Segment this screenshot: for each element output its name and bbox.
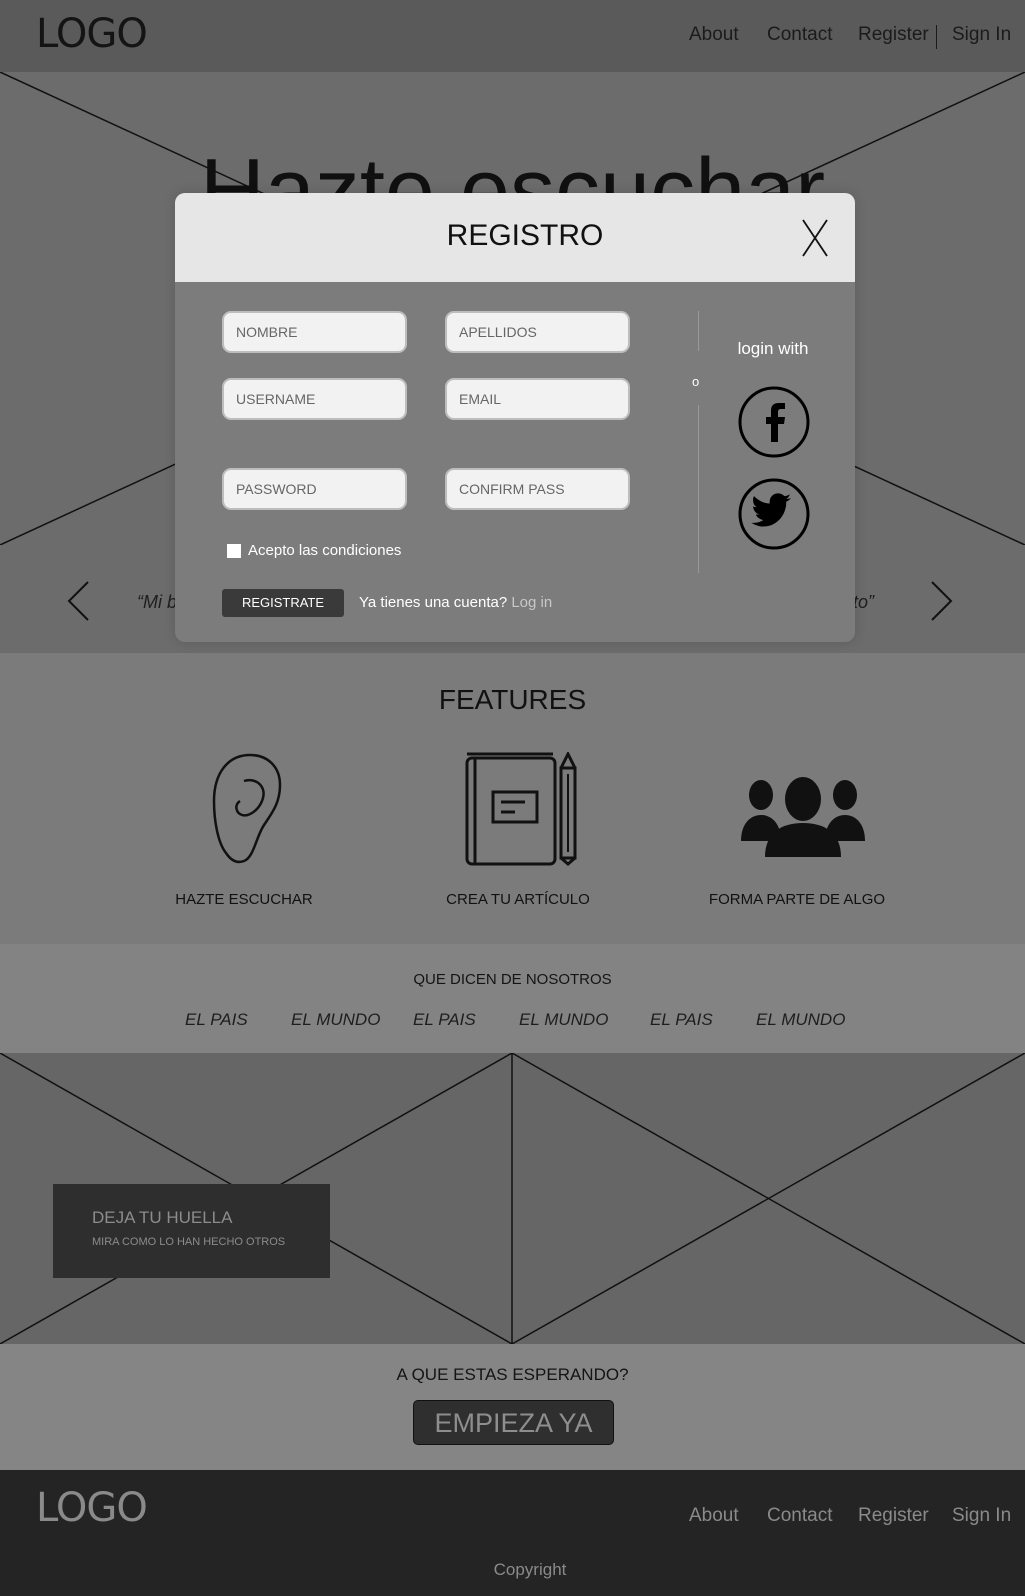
nombre-field[interactable] bbox=[222, 311, 407, 353]
promo-subtitle: MIRA COMO LO HAN HECHO OTROS bbox=[92, 1236, 286, 1248]
footer-nav-register[interactable]: Register bbox=[858, 1505, 929, 1527]
close-icon[interactable] bbox=[800, 218, 830, 258]
cta-section: A QUE ESTAS ESPERANDO? EMPIEZA YA bbox=[0, 1344, 1025, 1470]
apellidos-field[interactable] bbox=[445, 311, 630, 353]
quote-text-left: “Mi b bbox=[137, 592, 177, 612]
account-text: Ya tienes una cuenta? bbox=[359, 594, 508, 611]
account-prompt: Ya tienes una cuenta? Log in bbox=[359, 594, 552, 611]
start-now-button[interactable]: EMPIEZA YA bbox=[413, 1400, 614, 1445]
promo-title: DEJA TU HUELLA bbox=[92, 1208, 233, 1227]
cta-title: A QUE ESTAS ESPERANDO? bbox=[396, 1365, 629, 1384]
facebook-icon[interactable] bbox=[738, 386, 810, 458]
terms-checkbox[interactable] bbox=[227, 544, 241, 558]
notebook-pencil-icon bbox=[465, 752, 581, 866]
ear-icon bbox=[212, 751, 284, 865]
vertical-divider bbox=[698, 311, 699, 351]
feature-label: HAZTE ESCUCHAR bbox=[175, 891, 313, 908]
modal-title: REGISTRO bbox=[446, 219, 604, 252]
press-logo: EL MUNDO bbox=[756, 1010, 846, 1029]
carousel-next-icon[interactable] bbox=[928, 580, 954, 622]
vertical-divider bbox=[698, 405, 699, 573]
group-icon bbox=[741, 777, 865, 857]
features-section: FEATURES HAZTE ESCUCHAR CREA TU ARTÍCULO bbox=[0, 653, 1025, 944]
copyright-text: Copyright bbox=[493, 1560, 567, 1579]
register-button[interactable]: REGISTRATE bbox=[222, 589, 344, 617]
footer-nav-sign-in[interactable]: Sign In bbox=[952, 1505, 1011, 1527]
carousel-prev-icon[interactable] bbox=[66, 580, 92, 622]
press-section: QUE DICEN DE NOSOTROS EL PAIS EL MUNDO E… bbox=[0, 944, 1025, 1053]
username-field[interactable] bbox=[222, 378, 407, 420]
press-logo: EL MUNDO bbox=[519, 1010, 609, 1029]
nav-contact[interactable]: Contact bbox=[767, 24, 832, 46]
press-title: QUE DICEN DE NOSOTROS bbox=[413, 971, 612, 988]
password-field[interactable] bbox=[222, 468, 407, 510]
promo-card[interactable]: DEJA TU HUELLA MIRA COMO LO HAN HECHO OT… bbox=[53, 1184, 330, 1278]
feature-label: CREA TU ARTÍCULO bbox=[446, 891, 590, 908]
feature-label: FORMA PARTE DE ALGO bbox=[708, 891, 886, 908]
features-title: FEATURES bbox=[438, 684, 587, 715]
nav-about[interactable]: About bbox=[689, 24, 739, 46]
press-logo: EL MUNDO bbox=[291, 1010, 381, 1029]
showcase-image-placeholder: DEJA TU HUELLA MIRA COMO LO HAN HECHO OT… bbox=[0, 1053, 1025, 1344]
footer-nav-about[interactable]: About bbox=[689, 1505, 739, 1527]
login-link[interactable]: Log in bbox=[511, 594, 552, 611]
login-with-label: login with bbox=[737, 339, 809, 358]
press-logo: EL PAIS bbox=[185, 1010, 248, 1029]
footer-nav-contact[interactable]: Contact bbox=[767, 1505, 832, 1527]
header-logo[interactable]: LOGO bbox=[36, 11, 148, 57]
top-header: LOGO About Contact Register Sign In bbox=[0, 0, 1025, 72]
press-logo: EL PAIS bbox=[650, 1010, 713, 1029]
twitter-icon[interactable] bbox=[738, 478, 810, 550]
press-logo: EL PAIS bbox=[413, 1010, 476, 1029]
nav-sign-in[interactable]: Sign In bbox=[952, 24, 1011, 46]
divider-label: o bbox=[692, 374, 700, 389]
footer-logo[interactable]: LOGO bbox=[36, 1485, 148, 1531]
footer: LOGO About Contact Register Sign In Copy… bbox=[0, 1470, 1025, 1596]
confirm-password-field[interactable] bbox=[445, 468, 630, 510]
modal-header: REGISTRO bbox=[175, 193, 855, 282]
register-modal: REGISTRO Acepto las condiciones REGISTRA… bbox=[175, 193, 855, 642]
email-field[interactable] bbox=[445, 378, 630, 420]
nav-register[interactable]: Register bbox=[858, 24, 929, 46]
terms-label: Acepto las condiciones bbox=[248, 542, 402, 559]
nav-separator bbox=[936, 25, 937, 49]
